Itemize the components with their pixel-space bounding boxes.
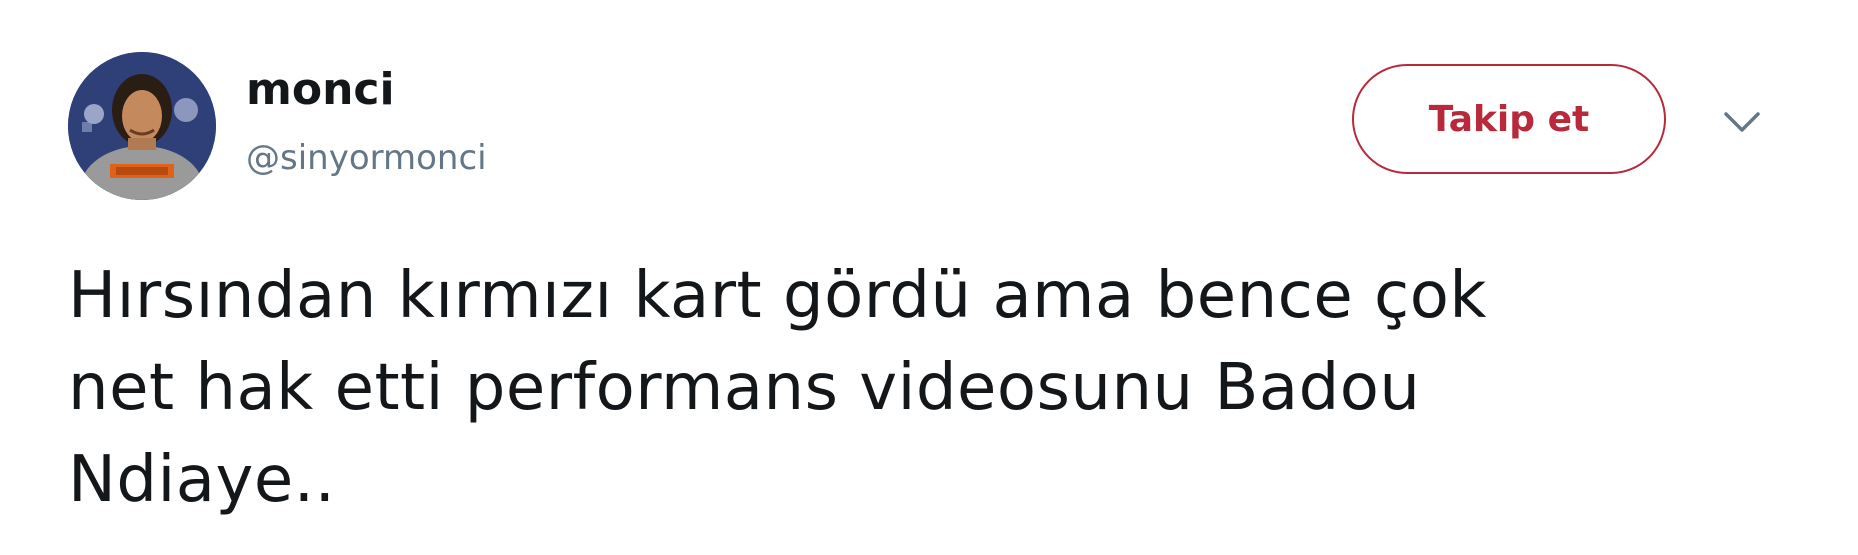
follow-button[interactable]: Takip et (1352, 64, 1666, 174)
chevron-down-icon[interactable] (1722, 110, 1762, 134)
tweet-text: Hırsından kırmızı kart gördü ama bence ç… (68, 259, 1487, 517)
tweet-card: monci @sinyormonci Takip et Hırsından kı… (0, 0, 1858, 555)
avatar-image (68, 52, 216, 200)
follow-button-label: Takip et (1428, 98, 1590, 140)
username[interactable]: @sinyormonci (246, 136, 487, 180)
avatar[interactable] (68, 52, 216, 200)
display-name[interactable]: monci (246, 62, 395, 118)
